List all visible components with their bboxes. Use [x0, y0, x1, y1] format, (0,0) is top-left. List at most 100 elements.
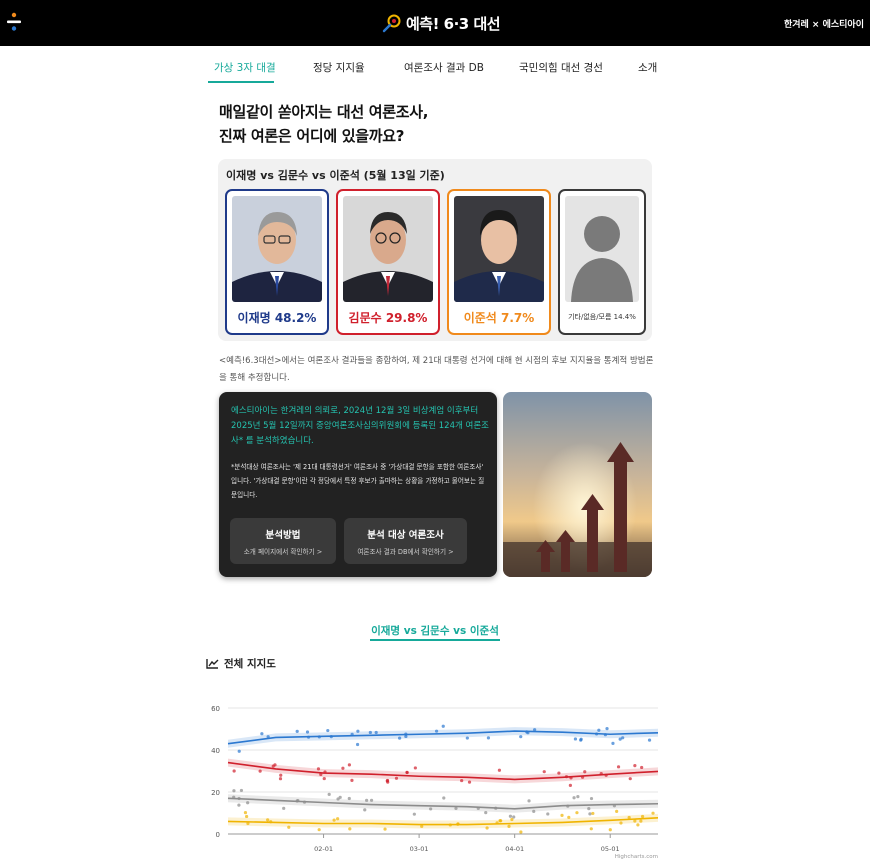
- poll-point: [386, 780, 390, 784]
- poll-point: [497, 768, 502, 772]
- chart-section-indicator: [370, 639, 500, 641]
- tab-about[interactable]: 소개: [638, 60, 657, 75]
- method-button[interactable]: 분석방법 소개 페이지에서 확인하기 >: [230, 518, 336, 564]
- poll-point: [636, 823, 640, 827]
- poll-point: [338, 795, 342, 799]
- poll-point: [350, 778, 354, 783]
- poll-point: [619, 821, 623, 825]
- top-bar: 예측! 6·3 대선 한겨레 × 에스티아이: [0, 0, 870, 46]
- partner-label[interactable]: 한겨레 × 에스티아이: [784, 17, 864, 30]
- poll-point: [560, 813, 564, 818]
- polls-button[interactable]: 분석 대상 여론조사 여론조사 결과 DB에서 확인하기 >: [344, 518, 467, 564]
- poll-point: [232, 789, 236, 793]
- poll-point: [374, 730, 378, 735]
- chart-credit: Highcharts.com: [615, 854, 658, 860]
- poll-point: [633, 764, 637, 768]
- candidate-card-lee-jaemyung[interactable]: 이재명 48.2%: [225, 189, 329, 335]
- poll-point: [413, 766, 417, 770]
- poll-point: [583, 770, 587, 774]
- poll-point: [347, 763, 351, 767]
- poll-point: [611, 741, 615, 745]
- page-headline: 매일같이 쏟아지는 대선 여론조사, 진짜 여론은 어디에 있을까요?: [219, 100, 659, 148]
- poll-point: [365, 798, 369, 802]
- brand-logo[interactable]: 예측! 6·3 대선: [382, 10, 501, 36]
- poll-point: [369, 798, 374, 802]
- poll-point: [640, 814, 645, 819]
- poll-point: [575, 811, 579, 815]
- menu-icon[interactable]: [6, 12, 22, 32]
- chart-section-tab[interactable]: 이재명 vs 김문수 vs 이준석: [370, 623, 500, 638]
- analysis-info-box: 에스티아이는 한겨레의 의뢰로, 2024년 12월 3일 비상계엄 이후부터 …: [219, 392, 497, 577]
- magnifier-icon: [382, 14, 401, 33]
- poll-point: [485, 826, 489, 830]
- poll-point: [368, 730, 372, 735]
- poll-point: [355, 742, 360, 747]
- polls-button-title: 분석 대상 여론조사: [367, 530, 444, 541]
- poll-point: [510, 817, 514, 822]
- poll-point: [507, 824, 511, 828]
- poll-point: [326, 728, 330, 733]
- headline-line-1: 매일같이 쏟아지는 대선 여론조사,: [219, 103, 429, 121]
- matchup-panel: 이재명 vs 김문수 vs 이준석 (5월 13일 기준) 이재명 48.2%: [218, 159, 652, 341]
- x-tick-label: 04-01: [505, 845, 524, 853]
- poll-point: [295, 729, 299, 734]
- poll-point: [618, 737, 622, 741]
- tab-poll-db[interactable]: 여론조사 결과 DB: [404, 60, 484, 75]
- polls-button-sub: 여론조사 결과 DB에서 확인하기 >: [357, 548, 454, 556]
- tab-ppp-primary[interactable]: 국민의힘 대선 경선: [519, 60, 603, 75]
- poll-point: [363, 808, 367, 812]
- poll-point: [465, 736, 469, 740]
- poll-point: [273, 763, 277, 767]
- poll-point: [647, 738, 652, 742]
- poll-point: [442, 796, 446, 800]
- poll-point: [597, 728, 601, 732]
- intro-description: <예측!6.3대선>에서는 여론조사 결과들을 종합하여, 제 21대 대통령 …: [219, 356, 654, 383]
- poll-point: [615, 809, 619, 814]
- y-tick-label: 20: [211, 789, 220, 797]
- candidate-card-other[interactable]: 기타/없음/모름 14.4%: [558, 189, 646, 335]
- poll-point: [572, 796, 576, 800]
- candidate-result: 김문수 29.8%: [348, 311, 428, 325]
- poll-point: [266, 818, 270, 822]
- support-trend-chart: 0 20 40 60 02-01 03-01 04-01 05-01Highcharts.co…: [211, 705, 659, 860]
- poll-point: [640, 765, 644, 770]
- poll-point: [237, 803, 241, 807]
- tab-virtual-3way[interactable]: 가상 3자 대결: [214, 60, 276, 75]
- y-tick-label: 40: [211, 747, 220, 755]
- poll-point: [605, 727, 609, 731]
- poll-point: [336, 817, 340, 821]
- tab-party-support[interactable]: 정당 지지율: [313, 60, 365, 75]
- poll-point: [394, 776, 399, 780]
- brand-title: 예측! 6·3 대선: [406, 14, 501, 33]
- poll-point: [237, 749, 241, 753]
- candidate-result: 이준석 7.7%: [463, 311, 535, 325]
- poll-point: [532, 809, 536, 813]
- poll-point: [398, 736, 402, 740]
- poll-point: [589, 827, 593, 831]
- y-tick-label: 60: [211, 705, 220, 713]
- candidate-card-kim-moonsoo[interactable]: 김문수 29.8%: [336, 189, 440, 335]
- poll-point: [608, 828, 612, 832]
- poll-point: [589, 796, 594, 801]
- x-tick-label: 02-01: [314, 845, 333, 853]
- candidate-result: 기타/없음/모름 14.4%: [568, 313, 636, 321]
- candidate-result: 이재명 48.2%: [237, 311, 317, 325]
- poll-point: [341, 766, 345, 770]
- poll-point: [546, 812, 550, 816]
- poll-point: [282, 806, 286, 810]
- line-chart-icon: [206, 659, 219, 669]
- poll-point: [258, 769, 262, 773]
- poll-point: [651, 811, 655, 815]
- poll-point: [628, 777, 632, 781]
- candidate-photo: [232, 196, 322, 302]
- poll-point: [429, 807, 433, 811]
- poll-point: [508, 814, 513, 818]
- candidate-card-lee-junseok[interactable]: 이준석 7.7%: [447, 189, 551, 335]
- poll-point: [460, 778, 464, 783]
- method-button-sub: 소개 페이지에서 확인하기 >: [243, 548, 323, 556]
- headline-line-2: 진짜 여론은 어디에 있을까요?: [219, 127, 405, 145]
- analysis-footnote: *분석대상 여론조사는 '제 21대 대통령선거' 여론조사 중 '가상대결 문…: [231, 463, 485, 499]
- poll-point: [519, 830, 523, 834]
- poll-point: [576, 795, 580, 799]
- poll-point: [587, 807, 591, 811]
